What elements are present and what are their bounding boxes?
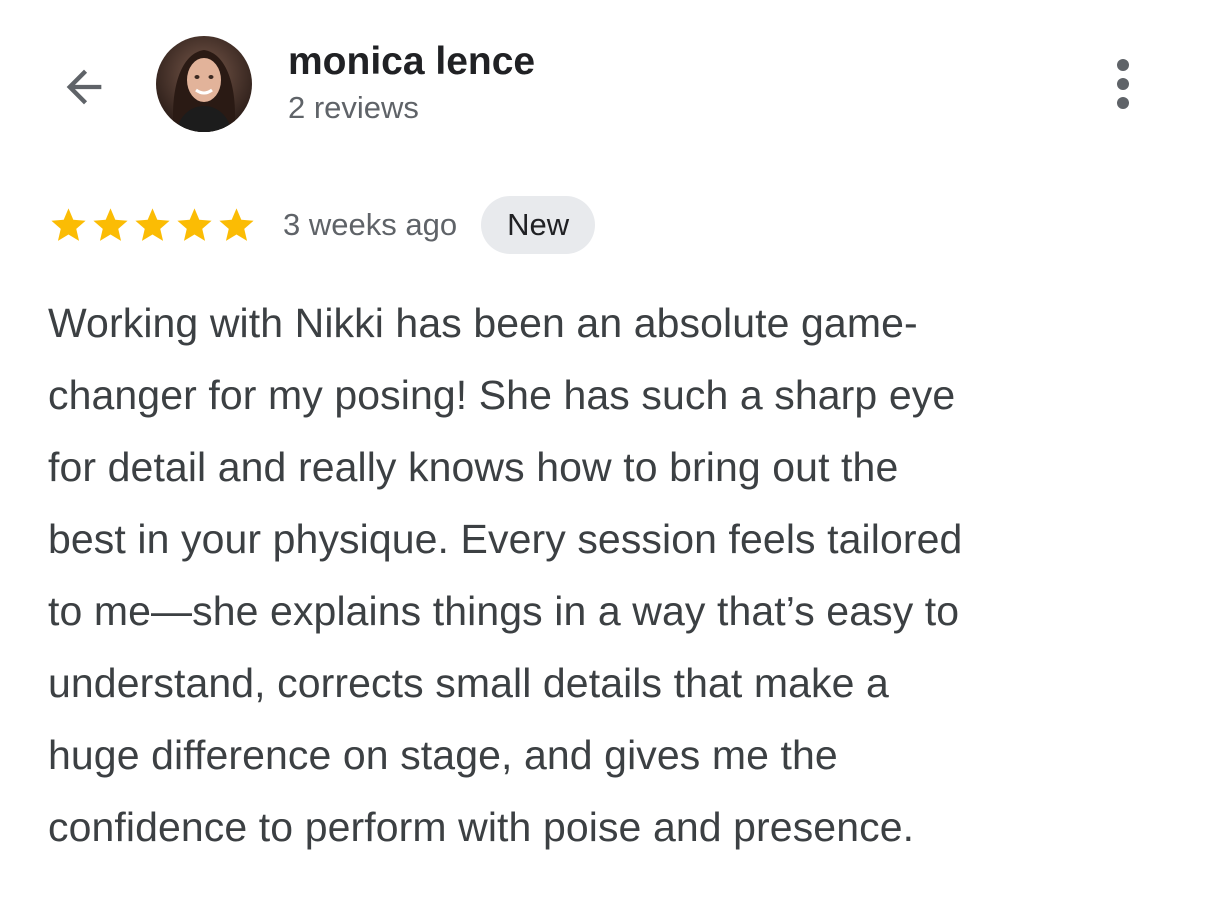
star-icon <box>174 205 215 246</box>
arrow-back-icon <box>58 61 110 113</box>
new-badge: New <box>481 196 596 254</box>
rating-row: 3 weeks ago New <box>48 196 596 254</box>
review-text-line: confidence to perform with poise and pre… <box>48 804 915 850</box>
review-time: 3 weeks ago <box>283 207 458 242</box>
star-rating <box>48 205 257 246</box>
review-text-line: to me—she explains things in a way that’… <box>48 588 960 634</box>
star-icon <box>216 205 257 246</box>
star-icon <box>132 205 173 246</box>
review-text-line: changer for my posing! She has such a sh… <box>48 372 956 418</box>
review-text-line: Working with Nikki has been an absolute … <box>48 300 918 346</box>
avatar[interactable] <box>156 36 252 132</box>
review-text-line: huge difference on stage, and gives me t… <box>48 732 838 778</box>
review-text: Working with Nikki has been an absolute … <box>48 287 1128 863</box>
back-button[interactable] <box>52 55 116 119</box>
star-icon <box>48 205 89 246</box>
review-text-line: best in your physique. Every session fee… <box>48 516 963 562</box>
star-icon <box>90 205 131 246</box>
more-options-button[interactable] <box>1096 52 1150 116</box>
review-text-line: for detail and really knows how to bring… <box>48 444 899 490</box>
review-text-line: understand, corrects small details that … <box>48 660 889 706</box>
reviewer-review-count: 2 reviews <box>288 90 419 125</box>
more-vert-icon <box>1117 59 1129 71</box>
reviewer-name[interactable]: monica lence <box>288 38 535 86</box>
